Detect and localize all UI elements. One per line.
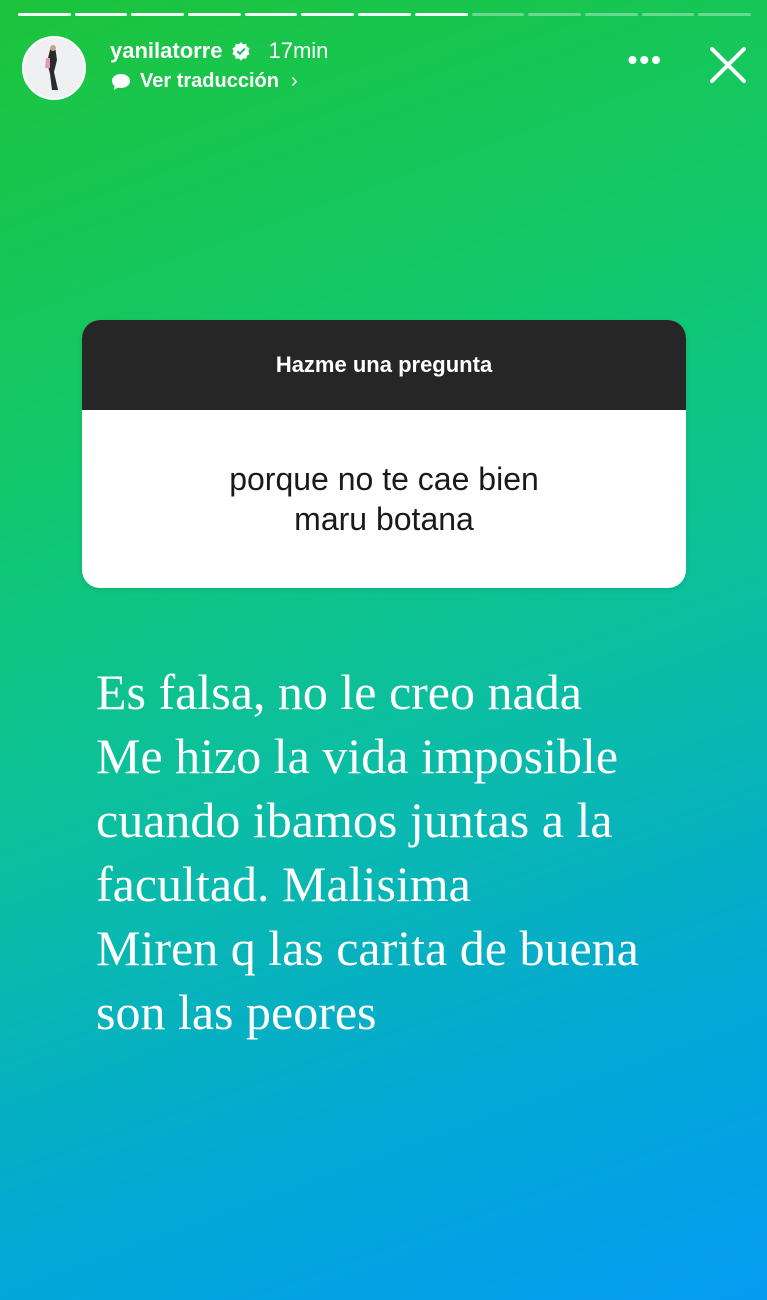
progress-segment <box>641 13 695 16</box>
close-icon[interactable] <box>707 44 749 86</box>
answer-line: son las peores <box>96 984 377 1040</box>
see-translation-link[interactable]: Ver traducción › <box>110 70 298 93</box>
story-progress-bar <box>18 13 751 17</box>
avatar[interactable] <box>22 36 86 100</box>
answer-text: Es falsa, no le creo nada Me hizo la vid… <box>96 660 746 1044</box>
question-text: porque no te cae bien maru botana <box>229 461 539 537</box>
answer-line: Miren q las carita de buena <box>96 920 639 976</box>
post-time: 17min <box>268 38 329 63</box>
user-line: yanilatorre 17min <box>110 38 328 64</box>
see-translation-label: Ver traducción <box>140 70 279 92</box>
story-viewer[interactable]: yanilatorre 17min Ver traducción › ••• H… <box>0 0 767 1300</box>
answer-line: facultad. Malisima <box>96 856 471 912</box>
avatar-image <box>24 38 84 98</box>
question-sticker[interactable]: Hazme una pregunta porque no te cae bien… <box>82 320 686 588</box>
progress-segment <box>414 13 468 16</box>
question-sticker-title: Hazme una pregunta <box>82 320 686 410</box>
more-dots-icon[interactable]: ••• <box>628 46 663 74</box>
username[interactable]: yanilatorre <box>110 38 223 64</box>
progress-segment <box>18 13 71 16</box>
verified-badge-icon <box>231 41 251 61</box>
progress-segment <box>74 13 128 16</box>
progress-segment <box>584 13 638 16</box>
progress-segment <box>528 13 581 16</box>
progress-segment <box>131 13 185 16</box>
answer-line: Me hizo la vida imposible <box>96 728 619 784</box>
progress-segment <box>358 13 411 16</box>
progress-segment <box>301 13 355 16</box>
speech-bubble-icon <box>110 72 132 92</box>
progress-segment <box>188 13 241 16</box>
story-header: yanilatorre 17min Ver traducción › ••• <box>22 32 749 102</box>
answer-line: Es falsa, no le creo nada <box>96 664 582 720</box>
progress-segment <box>244 13 298 16</box>
answer-line: cuando ibamos juntas a la <box>96 792 613 848</box>
progress-segment <box>698 13 751 16</box>
progress-segment <box>471 13 525 16</box>
chevron-right-icon: › <box>290 70 298 92</box>
